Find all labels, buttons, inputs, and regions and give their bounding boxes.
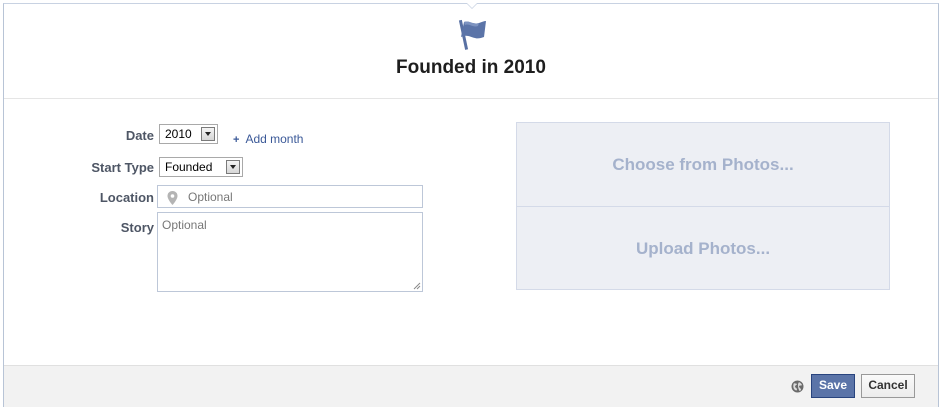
map-pin-icon (167, 191, 178, 205)
upload-photos-button[interactable]: Upload Photos... (517, 207, 889, 290)
cancel-button[interactable]: Cancel (861, 374, 915, 398)
date-select[interactable]: 2010 (159, 124, 218, 144)
date-label: Date (125, 128, 154, 143)
location-placeholder: Optional (188, 190, 233, 204)
photo-panel: Choose from Photos... Upload Photos... (516, 122, 890, 290)
add-month-link[interactable]: + Add month (233, 132, 303, 146)
dialog: Founded in 2010 Date 2010 + Add month Sta… (3, 3, 939, 407)
location-input[interactable]: Optional (157, 185, 423, 208)
plus-icon: + (233, 134, 240, 146)
story-textarea[interactable]: Optional (157, 212, 423, 292)
chevron-down-icon[interactable] (226, 160, 240, 174)
save-button[interactable]: Save (811, 374, 855, 398)
start-type-select-value: Founded (165, 160, 213, 174)
choose-from-photos-button[interactable]: Choose from Photos... (517, 123, 889, 206)
globe-icon[interactable] (791, 380, 804, 393)
story-placeholder: Optional (162, 218, 207, 232)
date-select-value: 2010 (165, 127, 192, 141)
chevron-down-icon[interactable] (201, 127, 215, 141)
start-type-label: Start Type (91, 160, 154, 175)
add-month-label: Add month (245, 132, 304, 146)
story-label: Story (120, 220, 154, 235)
dialog-footer: Save Cancel (4, 365, 938, 407)
dialog-header: Founded in 2010 (4, 4, 938, 99)
location-label: Location (99, 190, 154, 205)
page-title: Founded in 2010 (396, 57, 546, 78)
resize-handle-icon[interactable] (413, 282, 421, 290)
start-type-select[interactable]: Founded (159, 157, 243, 177)
flag-icon (458, 19, 486, 50)
